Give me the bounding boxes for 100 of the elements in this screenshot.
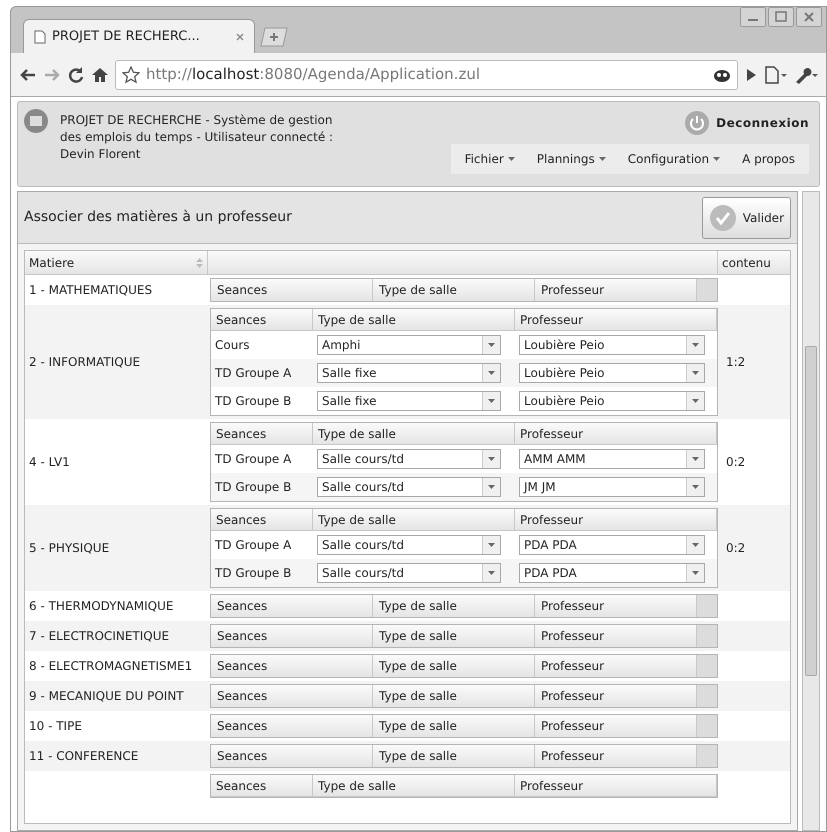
menu-item[interactable]: A propos (742, 150, 795, 168)
column-header: Seances (211, 423, 313, 444)
star-icon[interactable] (122, 66, 140, 84)
column-header: Professeur (515, 423, 717, 444)
column-header: Type de salle (373, 625, 535, 647)
caret-icon (508, 157, 515, 161)
caret-icon (692, 543, 699, 547)
subject-name: 10 - TIPE (29, 718, 82, 732)
subject-name: 4 - LV1 (29, 454, 70, 468)
dropdown-field[interactable]: JM JM (519, 477, 705, 497)
new-tab-icon[interactable] (259, 27, 289, 47)
column-header: Professeur (515, 309, 717, 330)
dropdown-field[interactable]: PDA PDA (519, 563, 705, 583)
column-header: Seances (211, 309, 313, 330)
close-icon[interactable] (796, 7, 822, 27)
home-icon[interactable] (91, 66, 109, 84)
dropdown-field[interactable]: Loubière Peio (519, 335, 705, 355)
caret-icon (598, 157, 606, 161)
column-header: Seances (211, 655, 373, 677)
dropdown-field[interactable]: Salle cours/td (317, 563, 501, 583)
header-end-cell (697, 745, 717, 767)
column-header: Type de salle (313, 309, 515, 330)
caret-icon (488, 371, 495, 375)
header-end-cell (697, 625, 717, 647)
column-header: Type de salle (313, 509, 515, 530)
dropdown-field[interactable]: Amphi (317, 335, 501, 355)
caret-icon (713, 157, 720, 161)
page-icon (34, 30, 46, 44)
column-header: Type de salle (373, 745, 535, 767)
header-end-cell (697, 715, 717, 737)
dropdown-field[interactable]: Loubière Peio (519, 363, 705, 383)
dropdown-field[interactable]: Salle cours/td (317, 535, 501, 555)
column-header: Matiere (25, 251, 208, 274)
subject-name: 5 - PHYSIQUE (29, 540, 110, 554)
column-header: Type de salle (373, 595, 535, 617)
column-header: Seances (211, 685, 373, 707)
scrollbar[interactable] (802, 191, 820, 831)
play-icon[interactable] (744, 66, 758, 82)
address-bar[interactable]: http://localhost:8080/Agenda/Application.zul (115, 60, 738, 90)
caret-icon (692, 371, 699, 375)
reload-icon[interactable] (67, 66, 85, 84)
session-name: TD Groupe A (214, 451, 292, 468)
dropdown-field[interactable]: Loubière Peio (519, 391, 705, 411)
content-ratio: 1:2 (726, 355, 746, 369)
dropdown-field[interactable]: Salle fixe (317, 363, 501, 383)
panel-title: Associer des matières à un professeur (24, 208, 292, 227)
caret-icon (692, 571, 699, 575)
caret-icon (488, 343, 495, 347)
column-header: contenu (721, 254, 772, 272)
column-header: Professeur (515, 509, 717, 530)
header-end-cell (697, 279, 717, 301)
header-end-cell (697, 595, 717, 617)
column-header: Seances (211, 625, 373, 647)
caret-icon (488, 543, 495, 547)
dropdown-field[interactable]: PDA PDA (519, 535, 705, 555)
column-header: Professeur (515, 775, 717, 796)
caret-icon (488, 485, 495, 489)
caret-icon (692, 343, 699, 347)
content-ratio: 0:2 (726, 541, 746, 555)
column-header: Type de salle (373, 715, 535, 737)
page-menu-icon[interactable] (764, 66, 788, 84)
menu-item[interactable]: Plannings (536, 150, 606, 168)
column-header: Seances (211, 509, 313, 530)
column-header: Seances (211, 775, 313, 796)
session-name: TD Groupe A (214, 365, 292, 382)
subject-name: 1 - MATHEMATIQUES (29, 282, 152, 296)
session-name: TD Groupe B (214, 479, 292, 496)
subject-name: 8 - ELECTROMAGNETISME1 (29, 658, 192, 672)
header-end-cell (697, 655, 717, 677)
column-header: Seances (211, 745, 373, 767)
dropdown-field[interactable]: Salle cours/td (317, 477, 501, 497)
validate-button[interactable]: Valider (702, 196, 791, 238)
session-name: TD Groupe B (214, 393, 292, 410)
column-header: Type de salle (373, 685, 535, 707)
url-text: http://localhost:8080/Agenda/Application.zul (146, 64, 481, 86)
dropdown-field[interactable]: Salle cours/td (317, 449, 501, 469)
header-end-cell (697, 685, 717, 707)
column-header: Type de salle (313, 423, 515, 444)
minimize-icon[interactable] (740, 7, 766, 27)
browser-tab[interactable]: PROJET DE RECHERC... (23, 19, 255, 53)
column-header: Type de salle (373, 279, 535, 301)
session-name: Cours (214, 337, 251, 354)
subject-name: 9 - MECANIQUE DU POINT (29, 688, 184, 702)
maximize-icon[interactable] (768, 7, 794, 27)
menu-item[interactable]: Fichier (464, 150, 515, 168)
column-header: Seances (211, 595, 373, 617)
logout-button[interactable]: Deconnexion (684, 108, 815, 138)
power-icon (684, 110, 710, 136)
menu-item[interactable]: Configuration (628, 150, 720, 168)
tab-title: PROJET DE RECHERC... (52, 28, 201, 46)
content-ratio: 0:2 (726, 455, 746, 469)
caret-icon (488, 457, 495, 461)
close-icon[interactable] (236, 32, 244, 40)
dropdown-field[interactable]: AMM AMM (519, 449, 705, 469)
check-icon (708, 204, 737, 232)
caret-icon (488, 399, 495, 403)
caret-icon (692, 485, 699, 489)
dropdown-field[interactable]: Salle fixe (317, 391, 501, 411)
caret-icon (488, 571, 495, 575)
back-icon[interactable] (19, 66, 37, 82)
